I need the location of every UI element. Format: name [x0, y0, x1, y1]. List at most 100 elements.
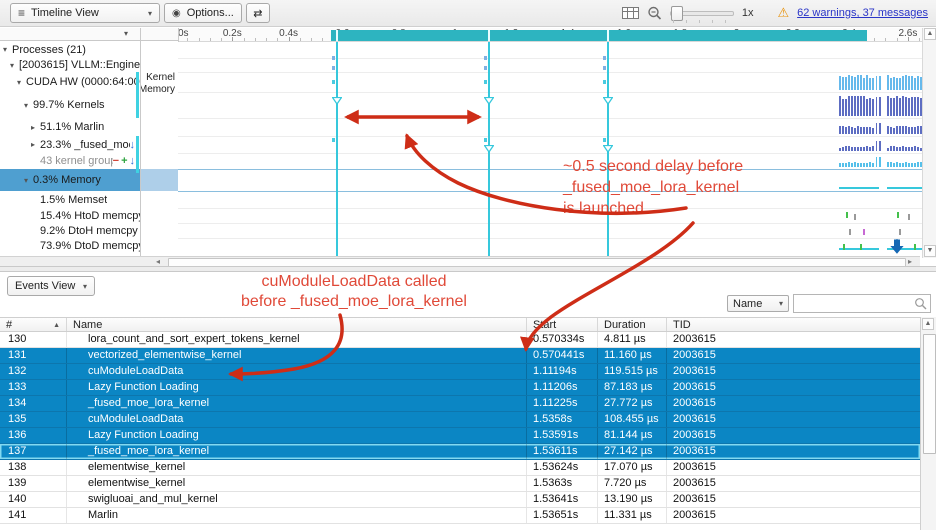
table-row[interactable]: 138elementwise_kernel1.53624s17.070 µs20…	[0, 460, 920, 476]
timeline-marker-flag[interactable]	[484, 92, 494, 110]
tree-expander-icon[interactable]: ▾	[17, 78, 26, 87]
activity-bar	[917, 147, 919, 151]
ruler-tick-label: 0.4s	[279, 28, 298, 39]
jump-to-icon[interactable]: ↓	[130, 139, 136, 151]
tree-row[interactable]: ▾99.7% Kernels	[0, 92, 140, 118]
table-row[interactable]: 131vectorized_elementwise_kernel0.570441…	[0, 348, 920, 364]
tree-row[interactable]: 43 kernel groups−+↓	[0, 153, 140, 169]
main-toolbar: ≡ Timeline View ▾ ◉ Options... ⇄	[0, 0, 936, 27]
table-row[interactable]: 136Lazy Function Loading1.53591s81.144 µ…	[0, 428, 920, 444]
expand-icon[interactable]: +	[121, 155, 127, 167]
options-button[interactable]: ◉ Options...	[164, 3, 242, 23]
event-mini-mark	[603, 138, 606, 142]
tree-expander-icon[interactable]: ▾	[3, 45, 12, 54]
table-row[interactable]: 134_fused_moe_lora_kernel1.11225s27.772 …	[0, 396, 920, 412]
column-header-duration[interactable]: Duration	[598, 318, 667, 331]
tid: 2003615	[667, 428, 920, 443]
scroll-down-icon[interactable]: ▼	[924, 245, 936, 257]
activity-bar	[899, 126, 901, 134]
warning-icon: ⚠	[777, 5, 789, 21]
activity-spike	[879, 141, 881, 151]
start-time: 1.11206s	[527, 380, 598, 395]
scroll-left-icon[interactable]: ◂	[156, 258, 160, 266]
activity-bar	[896, 78, 898, 90]
tree-row[interactable]: ▾Processes (21)	[0, 41, 140, 58]
table-row[interactable]: 139elementwise_kernel1.5363s7.720 µs2003…	[0, 476, 920, 492]
timeline-marker-flag[interactable]	[484, 140, 494, 158]
zoom-slider[interactable]	[670, 5, 734, 21]
zoom-out-icon[interactable]	[647, 6, 662, 21]
tree-row[interactable]: ▾CUDA HW (0000:64:00.0 - N	[0, 72, 140, 92]
collapse-icon[interactable]: −	[113, 155, 119, 167]
tree-row[interactable]: ▾[2003615] VLLM::EngineCore	[0, 58, 140, 72]
column-header-start[interactable]: Start	[527, 318, 598, 331]
warnings-messages-link[interactable]: 62 warnings, 37 messages	[797, 7, 928, 19]
activity-bar	[839, 126, 841, 134]
kernel-name: Lazy Function Loading	[67, 428, 527, 443]
filmstrip-icon[interactable]	[622, 7, 639, 19]
tid: 2003615	[667, 396, 920, 411]
tree-row[interactable]: ▸23.3% _fused_moe_lo↓	[0, 136, 140, 153]
ruler-tick-label: 2.6s	[898, 28, 917, 39]
table-row[interactable]: 137_fused_moe_lora_kernel1.53611s27.142 …	[0, 444, 920, 460]
tree-expander-icon[interactable]: ▾	[24, 101, 33, 110]
track-separator	[178, 72, 922, 73]
tid: 2003615	[667, 460, 920, 475]
tree-row[interactable]: ▾0.3% Memory	[0, 169, 140, 191]
tree-expander-icon[interactable]: ▸	[31, 140, 40, 149]
column-header-tid[interactable]: TID	[667, 318, 920, 331]
tree-row[interactable]: 15.4% HtoD memcpy	[0, 208, 140, 223]
filter-field-dropdown[interactable]: Name ▾	[727, 295, 789, 312]
ruler-minor-tick	[244, 38, 245, 41]
tree-row[interactable]: 9.2% DtoH memcpy	[0, 223, 140, 238]
table-row[interactable]: 135cuModuleLoadData1.5358s108.455 µs2003…	[0, 412, 920, 428]
scroll-up-icon[interactable]: ▲	[922, 318, 934, 330]
tree-row[interactable]: ▸51.1% Marlin	[0, 118, 140, 136]
memory-row-border	[178, 169, 922, 170]
next-event-arrow-icon[interactable]	[888, 238, 906, 261]
events-vscrollbar[interactable]: ▲	[920, 317, 936, 530]
table-row[interactable]: 130lora_count_and_sort_expert_tokens_ker…	[0, 332, 920, 348]
timeline-ruler[interactable]: 0s0.2s0.4s0.6s0.8s1s1.2s1.4s1.6s1.8s2s2.…	[178, 28, 922, 42]
tree-expander-icon[interactable]: ▸	[31, 123, 40, 132]
events-search-input[interactable]	[794, 298, 914, 310]
activity-spike	[876, 123, 878, 134]
scroll-up-icon[interactable]: ▲	[924, 28, 936, 40]
events-scroll-thumb[interactable]	[923, 334, 936, 454]
tree-expander-icon[interactable]: ▾	[24, 176, 33, 185]
activity-bar	[866, 146, 868, 151]
timeline-vscrollbar[interactable]: ▲ ▼	[922, 28, 936, 258]
memcpy-tick	[914, 244, 916, 250]
scroll-right-icon[interactable]: ▸	[908, 258, 912, 266]
tree-row[interactable]: 73.9% DtoD memcpy	[0, 238, 140, 254]
timeline-tracks[interactable]	[178, 42, 922, 256]
table-row[interactable]: 140swigluoai_and_mul_kernel1.53641s13.19…	[0, 492, 920, 508]
event-mini-mark	[603, 56, 606, 60]
column-header-num[interactable]: #▲	[0, 318, 67, 331]
tree-filter-chevron-icon[interactable]: ▾	[124, 29, 128, 38]
activity-bar	[917, 97, 919, 116]
tree-expander-icon[interactable]: ▾	[10, 61, 19, 70]
table-row[interactable]: 141Marlin1.53651s11.331 µs2003615	[0, 508, 920, 524]
events-view-selector[interactable]: Events View ▾	[7, 276, 95, 296]
column-header-name[interactable]: Name	[67, 318, 527, 331]
swap-layout-button[interactable]: ⇄	[246, 3, 270, 23]
tree-row[interactable]: 1.5% Memset	[0, 191, 140, 208]
activity-bar	[854, 128, 856, 134]
kernel-name: swigluoai_and_mul_kernel	[67, 492, 527, 507]
timeline-hscrollbar[interactable]: ◂ ▸	[0, 256, 920, 266]
table-row[interactable]: 132cuModuleLoadData1.11194s119.515 µs200…	[0, 364, 920, 380]
timeline-marker-flag[interactable]	[603, 92, 613, 110]
swap-icon: ⇄	[253, 7, 262, 20]
activity-bar	[857, 96, 859, 116]
tree-row-label: [2003615] VLLM::EngineCore	[19, 59, 140, 71]
duration: 11.331 µs	[598, 508, 667, 523]
activity-bar	[914, 97, 916, 116]
jump-to-icon[interactable]: ↓	[130, 155, 136, 167]
zoom-slider-handle[interactable]	[671, 6, 683, 21]
timeline-marker-flag[interactable]	[332, 92, 342, 110]
activity-bar	[896, 147, 898, 151]
table-row[interactable]: 133Lazy Function Loading1.11206s87.183 µ…	[0, 380, 920, 396]
timeline-view-selector[interactable]: ≡ Timeline View ▾	[10, 3, 160, 23]
activity-bar	[896, 162, 898, 167]
